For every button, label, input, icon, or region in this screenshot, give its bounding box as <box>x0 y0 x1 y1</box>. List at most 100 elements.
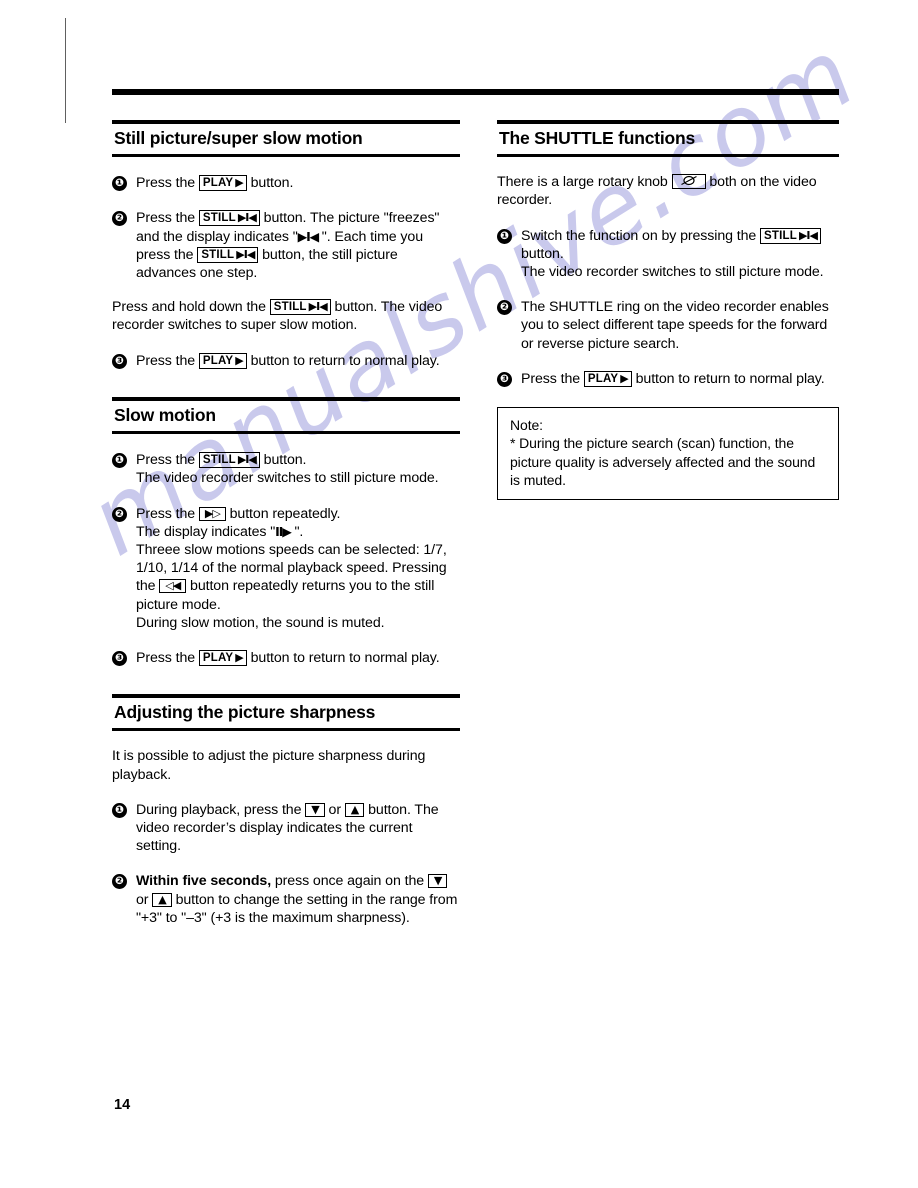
step-text: Press the ▶▷ button repeatedly. The displ… <box>136 505 447 631</box>
step-item: ❸ Press the PLAY ▶ button to return to no… <box>497 370 839 388</box>
step-text: Press the PLAY ▶ button to return to norm… <box>521 370 825 387</box>
device-button-glyph-icon: ▶I◀ <box>308 300 328 314</box>
device-button-arrow: ▼ <box>427 874 448 889</box>
step-item: ❷ The SHUTTLE ring on the video recorder… <box>497 298 839 353</box>
device-button-label: PLAY <box>587 372 619 385</box>
device-button-play: PLAY ▶ <box>583 370 632 387</box>
step-item: ❷ Press the ▶▷ button repeatedly. The dis… <box>112 505 460 632</box>
step-number: ❷ <box>112 506 127 522</box>
device-button-glyph-icon: ▶I◀ <box>798 228 818 242</box>
step-text: Press the PLAY ▶ button. <box>136 175 294 192</box>
note-box: Note: * During the picture search (scan)… <box>497 407 839 500</box>
step-item: ❷ Press the STILL ▶I◀ button. The picture… <box>112 209 460 282</box>
device-button-label: STILL <box>202 212 236 225</box>
section-still-picture: Still picture/super slow motion ❶ Press … <box>112 120 460 370</box>
section-rule-bottom <box>112 728 460 732</box>
display-indicator-glyph: Ⅱ▶ <box>275 523 292 539</box>
step-item: ❶ Switch the function on by pressing the… <box>497 227 839 282</box>
display-indicator-glyph: ▶I◀ <box>297 228 319 244</box>
step-text: Press the PLAY ▶ button to return to norm… <box>136 352 440 369</box>
device-button-glyph-icon: ▶ <box>235 353 244 367</box>
page-content: Still picture/super slow motion ❶ Press … <box>0 0 918 1188</box>
section-title: Adjusting the picture sharpness <box>114 702 376 723</box>
step-text: Press the PLAY ▶ button to return to norm… <box>136 649 440 666</box>
left-column: Still picture/super slow motion ❶ Press … <box>112 120 460 927</box>
step-number: ❷ <box>112 211 127 227</box>
step-item: ❸ Press the PLAY ▶ button to return to no… <box>112 649 460 667</box>
device-button-glyph-icon: ▼ <box>433 874 443 888</box>
section-slow-motion: Slow motion ❶ Press the STILL ▶I◀ button.… <box>112 396 460 667</box>
device-button-glyph-icon: ▲ <box>350 802 360 816</box>
device-button-glyph-icon: ▶I◀ <box>236 247 255 261</box>
device-button-arrow: ▼ <box>305 802 325 817</box>
section-shuttle-functions: The SHUTTLE functions There is a large r… <box>497 120 839 500</box>
section-picture-sharpness: Adjusting the picture sharpness It is po… <box>112 694 460 927</box>
step-text: Press the STILL ▶I◀ button. The picture "… <box>136 210 440 282</box>
device-button-glyph-icon: ◁◀ <box>165 579 181 593</box>
section-rule-bottom <box>112 154 460 158</box>
device-button-glyph-icon: ▲ <box>158 892 167 906</box>
device-button-glyph-icon: ▶▷ <box>204 506 221 520</box>
device-button-play: PLAY ▶ <box>198 175 247 192</box>
device-button-label: STILL <box>273 301 307 314</box>
device-button-label: PLAY <box>202 177 234 190</box>
step-number: ❶ <box>112 176 127 192</box>
section-rule-bottom <box>112 431 460 435</box>
right-column: The SHUTTLE functions There is a large r… <box>497 120 839 500</box>
step-number: ❶ <box>497 228 512 244</box>
device-button-glyph-icon: ▶ <box>235 650 244 664</box>
note-heading: Note: <box>510 417 543 434</box>
section-intro: There is a large rotary knob both on the… <box>497 174 817 209</box>
device-button-arrow: ◁◀ <box>159 579 187 594</box>
page-number: 14 <box>114 1097 131 1113</box>
device-button-still: STILL ▶I◀ <box>760 227 821 244</box>
step-item: ❶ Press the PLAY ▶ button. <box>112 174 460 192</box>
section-title: Still picture/super slow motion <box>114 128 363 148</box>
step-item: ❶ Press the STILL ▶I◀ button. The video re… <box>112 451 460 487</box>
device-button-play: PLAY ▶ <box>198 352 247 369</box>
step-text: Press the STILL ▶I◀ button. The video reco… <box>136 452 439 487</box>
section-intro: It is possible to adjust the picture sha… <box>112 748 426 783</box>
device-button-glyph-icon: ▼ <box>311 802 320 816</box>
section-title: Slow motion <box>114 404 216 425</box>
device-button-still: STILL ▶I◀ <box>198 452 260 469</box>
device-button-label: PLAY <box>202 354 234 367</box>
step-text: The SHUTTLE ring on the video recorder e… <box>521 299 829 352</box>
step-number: ❷ <box>112 874 127 890</box>
device-button-glyph-icon: ▶I◀ <box>237 453 257 467</box>
step-number: ❶ <box>112 802 127 818</box>
device-button-glyph-icon: ▶I◀ <box>237 211 257 225</box>
document-page: manualshive.com Still picture/super slow… <box>0 0 918 1188</box>
device-button-arrow: ▲ <box>344 802 365 817</box>
rotary-knob-icon <box>671 174 706 190</box>
device-button-arrow: ▶▷ <box>198 506 226 521</box>
step-number: ❸ <box>112 353 127 369</box>
section-rule-bottom <box>497 154 839 158</box>
device-button-play: PLAY ▶ <box>198 649 247 666</box>
device-button-glyph-icon: ▶ <box>235 176 244 190</box>
note-body: * During the picture search (scan) funct… <box>510 435 816 489</box>
device-button-label: STILL <box>764 229 797 242</box>
device-button-still: STILL ▶I◀ <box>197 246 259 263</box>
step-text: During playback, press the ▼ or ▲ button… <box>136 801 439 855</box>
device-button-label: PLAY <box>202 651 234 664</box>
step-item: ❷ Within five seconds, press once again … <box>112 872 460 927</box>
step-number: ❷ <box>497 300 512 316</box>
step-text: Switch the function on by pressing the S… <box>521 227 824 281</box>
device-button-still: STILL ▶I◀ <box>198 210 260 227</box>
section-title: The SHUTTLE functions <box>499 128 696 148</box>
emphasis-text: Within five seconds, <box>136 873 272 890</box>
step-number: ❶ <box>112 453 127 469</box>
page-top-rule <box>112 89 839 95</box>
step-item: ❸ Press the PLAY ▶ button to return to no… <box>112 352 460 370</box>
device-button-label: STILL <box>202 454 236 467</box>
step-text: Within five seconds, press once again on… <box>136 873 458 926</box>
step-item: ❶ During playback, press the ▼ or ▲ butt… <box>112 801 460 856</box>
device-button-label: STILL <box>201 248 235 261</box>
device-button-still: STILL ▶I◀ <box>269 299 331 316</box>
step-number: ❸ <box>497 371 512 387</box>
step-number: ❸ <box>112 650 127 666</box>
section-paragraph: Press and hold down the STILL ▶I◀ button.… <box>112 299 443 334</box>
device-button-glyph-icon: ▶ <box>620 371 629 385</box>
device-button-arrow: ▲ <box>152 892 172 907</box>
